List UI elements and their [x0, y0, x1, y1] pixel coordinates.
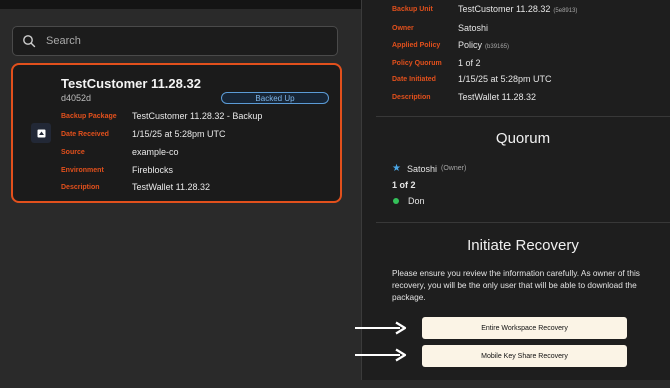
backup-unit-id: (5e8913): [553, 8, 578, 14]
package-icon: [37, 129, 45, 137]
detail-value-date-initiated: 1/15/25 at 5:28pm UTC: [458, 74, 552, 84]
backup-thumbnail: [31, 123, 51, 143]
quorum-heading: Quorum: [495, 130, 551, 147]
quorum-owner-row: ★ Satoshi (Owner): [392, 163, 466, 174]
search-input[interactable]: [44, 34, 328, 48]
field-value-environment: Fireblocks: [132, 165, 174, 175]
quorum-member-name: Don: [408, 196, 425, 206]
backup-unit-name: TestCustomer 11.28.32: [458, 4, 551, 14]
mobile-key-share-recovery-button[interactable]: Mobile Key Share Recovery: [422, 345, 627, 367]
detail-value-owner: Satoshi: [458, 23, 489, 33]
quorum-member-row: Don: [392, 196, 425, 206]
quorum-owner-role: (Owner): [441, 165, 467, 172]
star-icon: ★: [392, 163, 401, 174]
policy-name: Policy: [458, 40, 483, 50]
field-label-source: Source: [61, 149, 85, 156]
backup-card[interactable]: TestCustomer 11.28.32 d4052d Backed Up B…: [11, 63, 342, 203]
detail-label-date-initiated: Date Initiated: [392, 76, 436, 83]
quorum-count: 1 of 2: [392, 180, 416, 190]
section-divider: [376, 222, 670, 223]
search-icon: [23, 35, 36, 48]
recovery-heading: Initiate Recovery: [467, 237, 579, 254]
field-value-description: TestWallet 11.28.32: [132, 182, 211, 192]
policy-id: (b39165): [485, 44, 510, 50]
field-label-backup-package: Backup Package: [61, 113, 117, 120]
detail-label-policy-quorum: Policy Quorum: [392, 60, 442, 67]
entire-workspace-recovery-button[interactable]: Entire Workspace Recovery: [422, 317, 627, 339]
detail-label-owner: Owner: [392, 25, 414, 32]
card-id: d4052d: [61, 93, 92, 103]
recovery-message: Please ensure you review the information…: [392, 268, 640, 302]
status-badge: Backed Up: [221, 92, 329, 104]
field-label-description: Description: [61, 184, 100, 191]
online-status-icon: [393, 198, 399, 204]
field-label-date-received: Date Received: [61, 131, 109, 138]
detail-label-description: Description: [392, 94, 431, 101]
search-box[interactable]: [12, 26, 338, 56]
field-label-environment: Environment: [61, 167, 104, 174]
arrow-right-icon: [355, 321, 407, 335]
detail-value-policy-quorum: 1 of 2: [458, 58, 481, 68]
detail-value-backup-unit: TestCustomer 11.28.32 (5e8913): [458, 4, 577, 14]
card-title: TestCustomer 11.28.32: [61, 76, 201, 91]
field-value-date-received: 1/15/25 at 5:28pm UTC: [132, 129, 226, 139]
field-value-backup-package: TestCustomer 11.28.32 - Backup: [132, 111, 263, 121]
detail-value-applied-policy: Policy (b39165): [458, 40, 509, 50]
section-divider: [376, 116, 670, 117]
detail-label-backup-unit: Backup Unit: [392, 6, 433, 13]
quorum-owner-name: Satoshi: [407, 163, 438, 174]
detail-label-applied-policy: Applied Policy: [392, 42, 441, 49]
arrow-right-icon: [355, 348, 407, 362]
detail-value-description: TestWallet 11.28.32: [458, 92, 537, 102]
field-value-source: example-co: [132, 147, 179, 157]
